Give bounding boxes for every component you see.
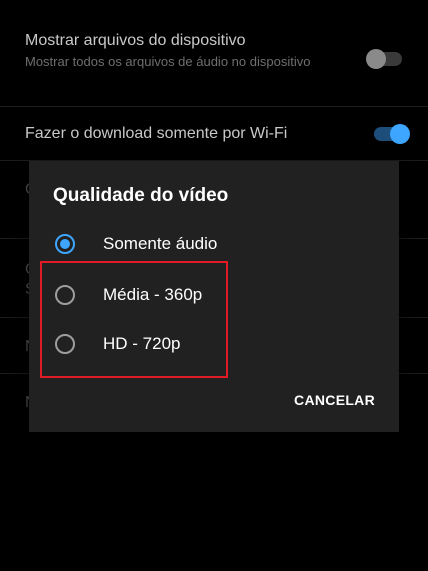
option-hd-720p[interactable]: HD - 720p [49,324,369,364]
radio-unselected-icon[interactable] [55,334,75,354]
dialog-title: Qualidade do vídeo [53,185,229,206]
settings-screen: Mostrar arquivos do dispositivo Mostrar … [0,0,428,571]
option-medium-360p[interactable]: Média - 360p [49,275,369,315]
option-label: HD - 720p [103,334,181,353]
option-label: Somente áudio [103,234,218,253]
setting-title: Fazer o download somente por Wi-Fi [25,125,288,142]
option-label: Média - 360p [103,285,203,304]
cancel-button[interactable]: CANCELAR [288,386,381,414]
setting-row-wifi-only[interactable]: Fazer o download somente por Wi-Fi [0,107,428,161]
show-device-files-toggle[interactable] [366,49,402,69]
setting-row-show-device-files[interactable]: Mostrar arquivos do dispositivo Mostrar … [0,0,428,107]
radio-selected-icon[interactable] [55,234,75,254]
option-audio-only[interactable]: Somente áudio [49,224,369,264]
setting-subtitle: Mostrar todos os arquivos de áudio no di… [25,54,311,69]
toggle-knob [390,124,410,144]
radio-unselected-icon[interactable] [55,285,75,305]
video-quality-dialog: Qualidade do vídeo Somente áudio Média -… [29,161,399,432]
toggle-knob [366,49,386,69]
setting-title: Mostrar arquivos do dispositivo [25,32,246,49]
wifi-only-toggle[interactable] [374,124,410,144]
